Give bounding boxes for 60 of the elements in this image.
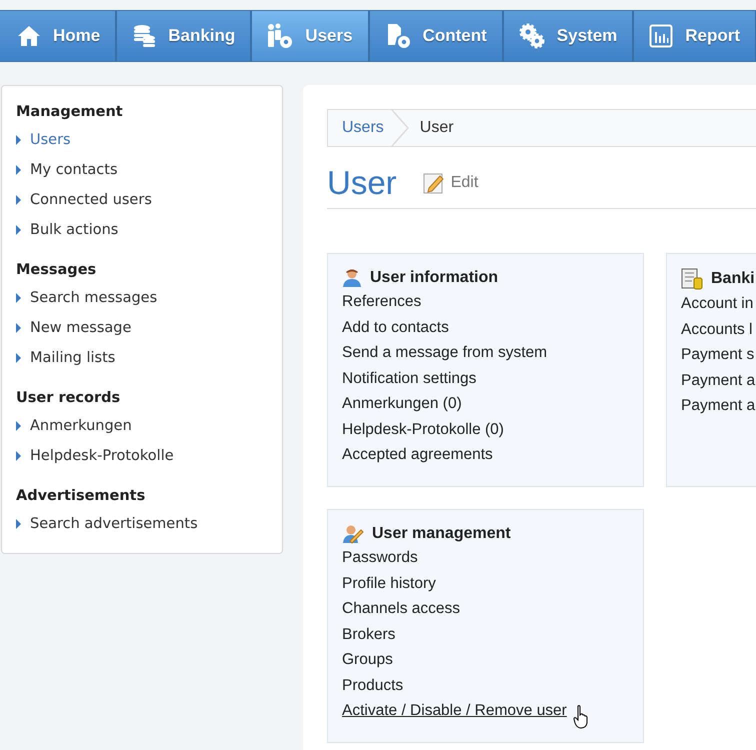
- caret-icon: [16, 421, 21, 431]
- action-link[interactable]: Payment s: [681, 346, 754, 364]
- section-heading: User records: [16, 390, 122, 406]
- action-link[interactable]: Profile history: [342, 574, 436, 592]
- action-link[interactable]: Helpdesk-Protokolle (0): [342, 420, 504, 438]
- card-title: User management: [372, 525, 511, 543]
- action-link[interactable]: Products: [342, 676, 404, 694]
- action-link[interactable]: Notification settings: [342, 370, 476, 388]
- caret-icon: [16, 353, 21, 363]
- caret-icon: [16, 225, 21, 235]
- action-link[interactable]: Account in: [681, 295, 754, 313]
- action-link[interactable]: Channels access: [342, 600, 460, 618]
- card-title: Banki: [711, 270, 755, 288]
- page-title: User: [327, 164, 397, 202]
- caret-icon: [16, 195, 21, 205]
- section-heading: Advertisements: [16, 488, 146, 504]
- action-link[interactable]: Passwords: [342, 549, 418, 567]
- breadcrumb-link[interactable]: Users: [342, 119, 384, 137]
- gears-icon: [518, 23, 545, 49]
- sidebar-link[interactable]: Bulk actions: [30, 222, 118, 238]
- sidebar-link[interactable]: My contacts: [30, 162, 118, 178]
- section-heading: Messages: [16, 262, 98, 278]
- caret-icon: [16, 451, 21, 461]
- action-link[interactable]: Payment a: [681, 372, 756, 390]
- person-pencil-icon: [342, 524, 364, 544]
- sidebar-link[interactable]: New message: [30, 320, 132, 336]
- hand-cursor-icon: [572, 705, 589, 729]
- coins-icon: [132, 24, 156, 48]
- action-link[interactable]: Add to contacts: [342, 318, 449, 336]
- sidebar-link[interactable]: Connected users: [30, 192, 152, 208]
- users-gear-icon: [267, 23, 294, 49]
- sidebar-link[interactable]: Anmerkungen: [30, 418, 132, 434]
- action-link[interactable]: Groups: [342, 651, 393, 669]
- bar-chart-icon: [649, 24, 674, 48]
- action-link[interactable]: Payment a: [681, 397, 756, 415]
- action-link[interactable]: Brokers: [342, 626, 396, 644]
- sidebar-link[interactable]: Users: [30, 132, 71, 148]
- action-link[interactable]: Accounts l: [681, 320, 753, 338]
- caret-icon: [16, 135, 21, 145]
- action-link[interactable]: Activate / Disable / Remove user: [342, 702, 567, 720]
- sidebar-link[interactable]: Mailing lists: [30, 350, 116, 366]
- caret-icon: [16, 165, 21, 175]
- breadcrumb-current: User: [420, 119, 454, 137]
- action-link[interactable]: Anmerkungen (0): [342, 395, 462, 413]
- action-link[interactable]: Send a message from system: [342, 344, 548, 362]
- person-icon: [342, 268, 362, 288]
- sidebar-link[interactable]: Helpdesk-Protokolle: [30, 448, 174, 464]
- caret-icon: [16, 519, 21, 529]
- section-heading: Management: [16, 104, 124, 120]
- pencil-note-icon: [422, 172, 445, 194]
- sidebar-link[interactable]: Search advertisements: [30, 516, 198, 532]
- house-icon: [17, 25, 41, 47]
- action-link[interactable]: Accepted agreements: [342, 446, 493, 464]
- ledger-coins-icon: [681, 268, 703, 290]
- sidebar-link[interactable]: Search messages: [30, 290, 158, 306]
- caret-icon: [16, 293, 21, 303]
- card-title: User information: [370, 269, 498, 287]
- edit-link[interactable]: Edit: [450, 174, 478, 192]
- action-link[interactable]: References: [342, 293, 422, 311]
- caret-icon: [16, 323, 21, 333]
